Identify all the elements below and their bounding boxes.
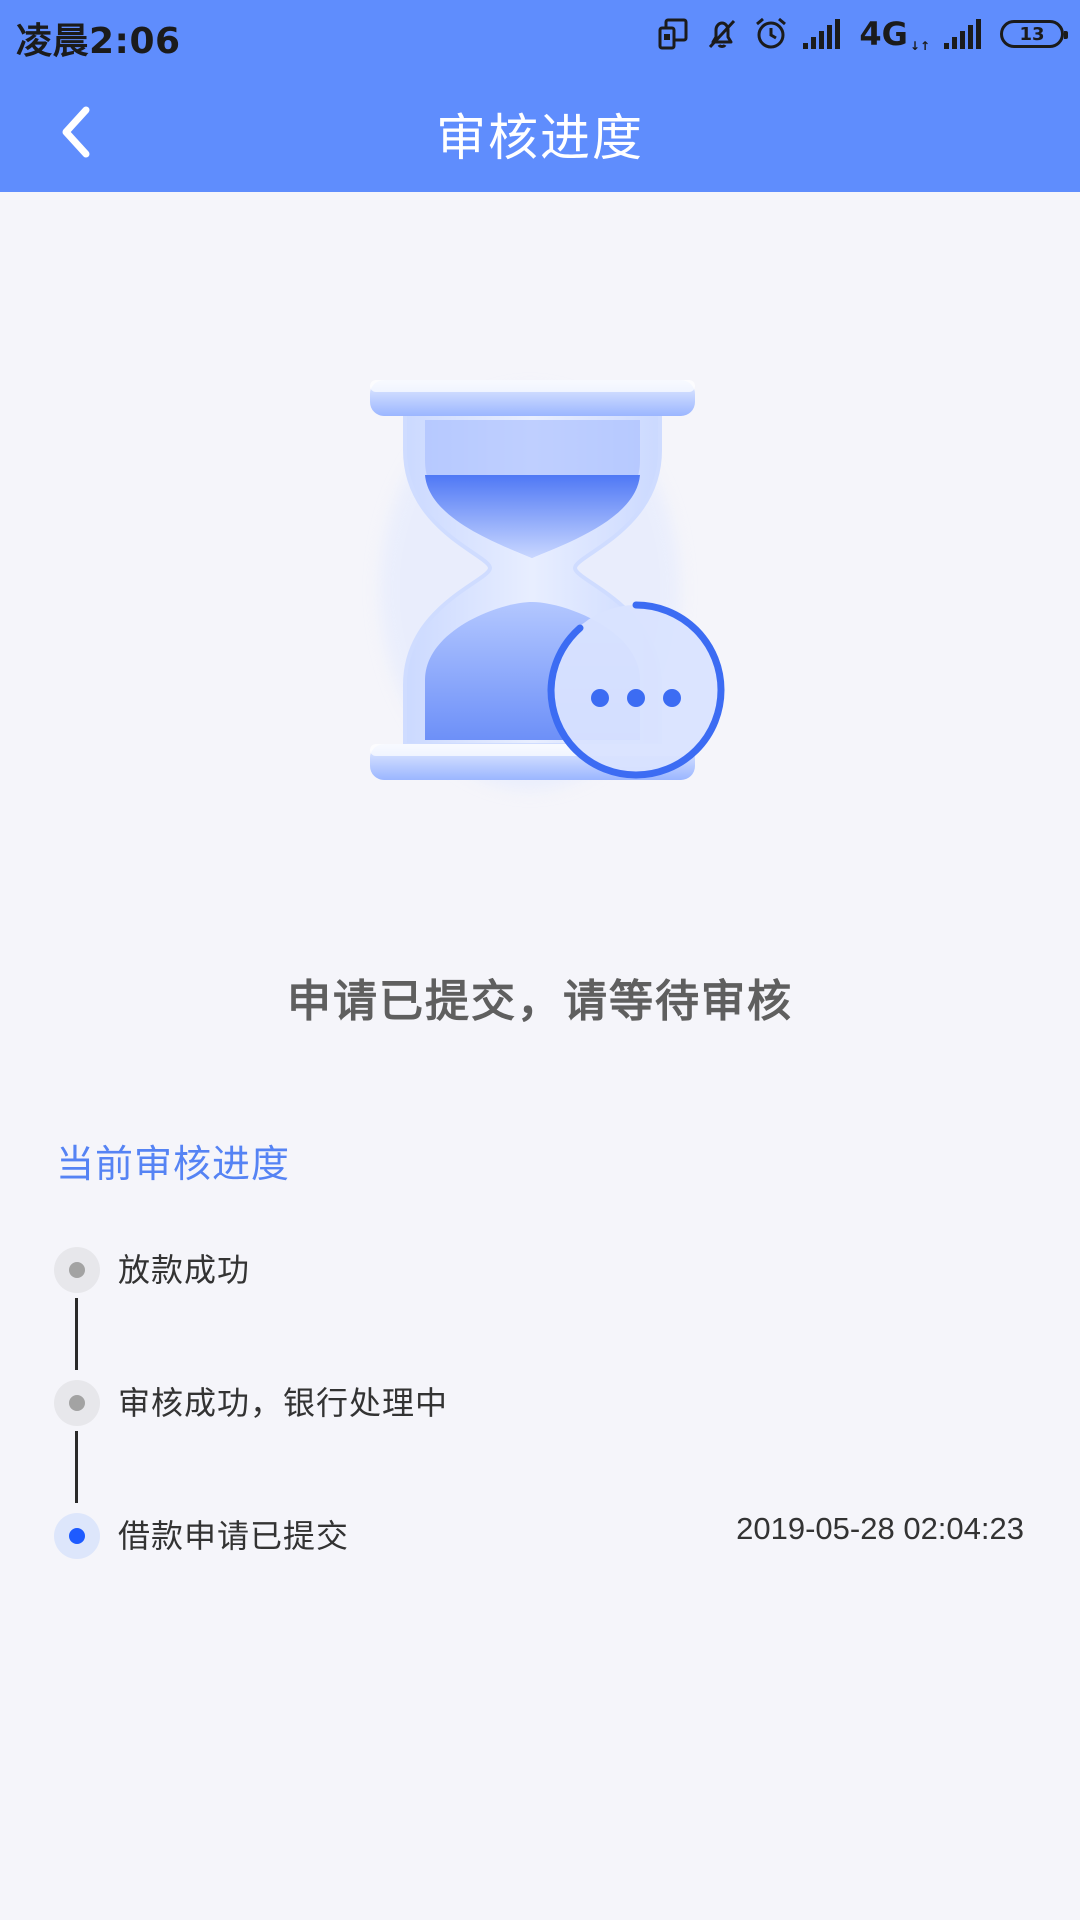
app-header: 凌晨2:06 4G ↓↑ 13 审核进度 (0, 0, 1080, 192)
network-type: 4G ↓↑ (859, 15, 930, 53)
timeline-item-approved: 审核成功，银行处理中 (0, 1373, 1080, 1433)
signal-bars-icon-2 (944, 19, 981, 49)
timeline-dot-active (54, 1513, 100, 1559)
timeline-connector (75, 1298, 78, 1370)
timeline-item-disbursed: 放款成功 (0, 1240, 1080, 1300)
timeline-label: 审核成功，银行处理中 (118, 1384, 449, 1422)
section-title: 当前审核进度 (56, 1142, 291, 1186)
timeline-label: 借款申请已提交 (118, 1517, 350, 1555)
hourglass-chat-icon (370, 380, 725, 790)
status-message: 申请已提交，请等待审核 (287, 976, 793, 1027)
timeline-time: 2019-05-28 02:04:23 (736, 1511, 1024, 1546)
timeline-dot (54, 1380, 100, 1426)
screen-rotate-icon (658, 18, 688, 50)
status-time: 凌晨2:06 (16, 21, 181, 62)
timeline-label: 放款成功 (118, 1251, 251, 1289)
alarm-clock-icon (756, 17, 787, 49)
timeline-dot (54, 1247, 100, 1293)
progress-timeline: 放款成功 审核成功，银行处理中 借款申请已提交 2019-05-28 02:04… (0, 1240, 1080, 1620)
signal-bars-icon (803, 19, 841, 49)
status-bar: 凌晨2:06 4G ↓↑ 13 (0, 0, 1080, 70)
timeline-item-submitted: 借款申请已提交 2019-05-28 02:04:23 (0, 1506, 1080, 1566)
battery-indicator: 13 (1000, 20, 1068, 48)
status-icons: 4G ↓↑ 13 (657, 14, 1068, 54)
timeline-connector (75, 1431, 78, 1503)
page-title: 审核进度 (436, 109, 644, 167)
mute-bell-icon (709, 19, 736, 49)
